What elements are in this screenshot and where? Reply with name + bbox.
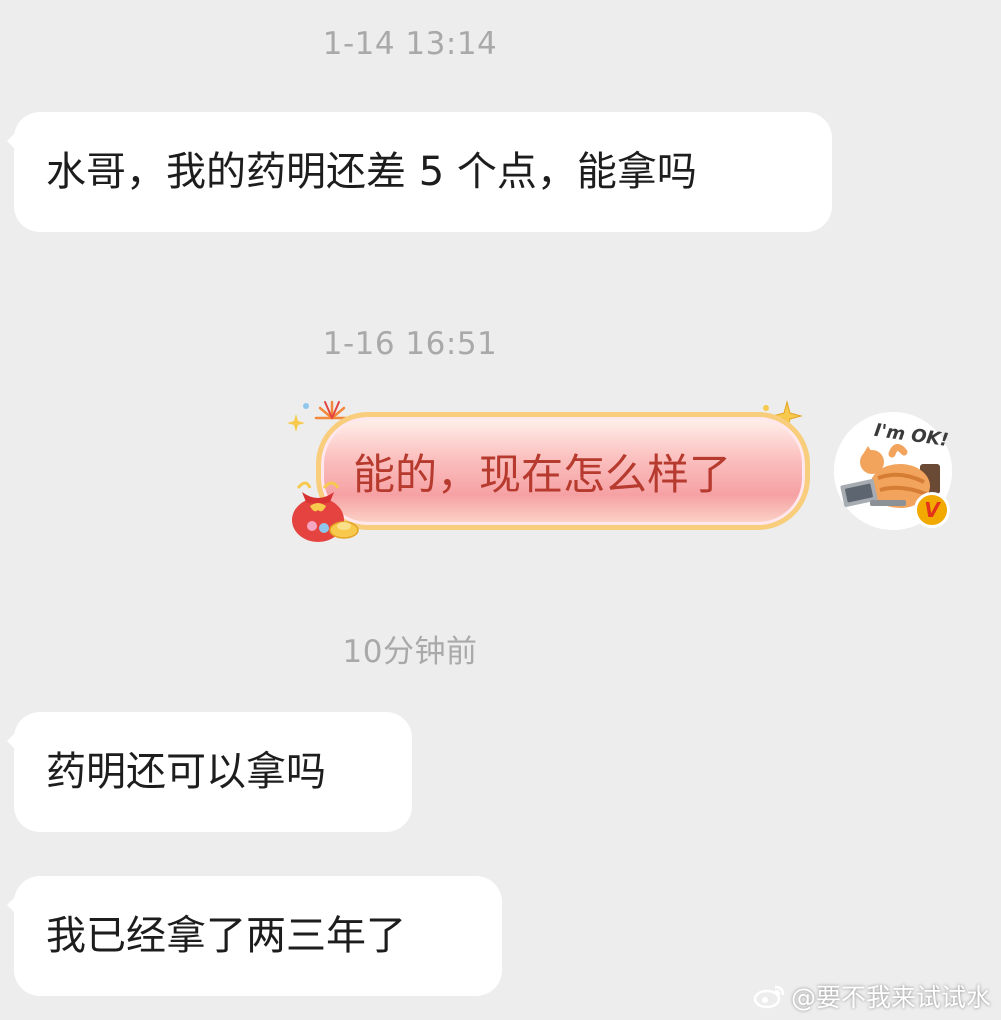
verified-badge-label: V — [924, 498, 940, 522]
watermark-text: @要不我来试试水 — [790, 983, 991, 1012]
weibo-logo-icon — [753, 985, 785, 1009]
lucky-bag-icon — [292, 481, 359, 542]
avatar[interactable]: I'm OK! V — [834, 412, 952, 530]
timestamp-1: 1-14 13:14 — [322, 26, 498, 62]
timestamp-3: 10分钟前 — [342, 634, 478, 670]
message-incoming-1[interactable]: 水哥，我的药明还差 5 个点，能拿吗 — [7, 112, 832, 232]
message-incoming-3[interactable]: 我已经拿了两三年了 — [7, 876, 502, 996]
message-text: 我已经拿了两三年了 — [46, 913, 406, 959]
message-text: 能的，现在怎么样了 — [353, 449, 732, 499]
verified-badge: V — [914, 492, 950, 528]
message-text: 水哥，我的药明还差 5 个点，能拿吗 — [46, 149, 697, 195]
timestamp-2: 1-16 16:51 — [322, 326, 498, 362]
message-incoming-2[interactable]: 药明还可以拿吗 — [7, 712, 412, 832]
watermark: @要不我来试试水 — [753, 978, 991, 1014]
message-text: 药明还可以拿吗 — [46, 749, 326, 795]
message-outgoing-1[interactable]: 能的，现在怎么样了 — [316, 412, 810, 530]
